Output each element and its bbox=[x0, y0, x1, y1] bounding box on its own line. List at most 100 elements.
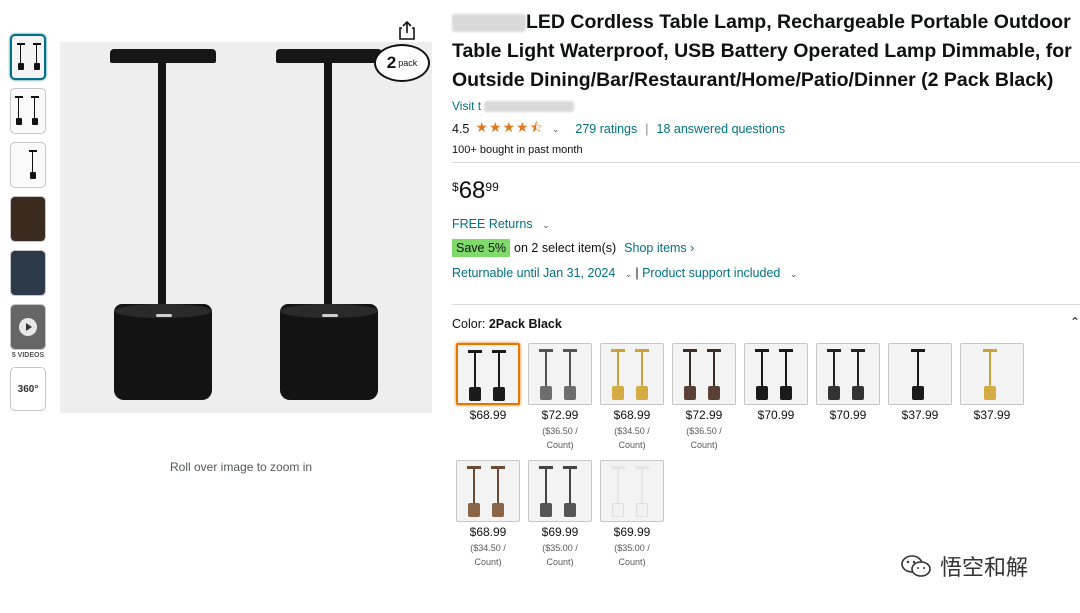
store-link[interactable]: Visit t bbox=[452, 99, 1080, 113]
swatch-lamp-base bbox=[780, 386, 792, 400]
free-returns-link[interactable]: FREE Returns ⌄ bbox=[452, 217, 1080, 231]
swatch-lamp-pole bbox=[545, 468, 547, 506]
product-support-link[interactable]: Product support included bbox=[642, 266, 780, 280]
mini-lamp-head bbox=[33, 43, 41, 45]
mini-lamp-base bbox=[34, 63, 40, 70]
mini-lamp-pole bbox=[32, 152, 33, 174]
thumbnail-single-lamp[interactable] bbox=[10, 142, 46, 188]
mini-lamp-head bbox=[15, 96, 23, 98]
color-swatch[interactable]: $68.99 ($34.50 / Count) bbox=[452, 460, 524, 569]
rating-stars-icon[interactable]: ★★★★⯪ bbox=[475, 117, 543, 141]
swatch-price: $37.99 bbox=[901, 408, 939, 422]
mini-lamp-head bbox=[29, 150, 37, 152]
rating-value: 4.5 bbox=[452, 122, 470, 136]
chevron-up-icon[interactable]: ⌃ bbox=[1070, 315, 1080, 329]
swatch-lamp-base bbox=[756, 386, 768, 400]
swatch-image[interactable] bbox=[456, 460, 520, 522]
price-symbol: $ bbox=[452, 180, 459, 194]
shop-items-link[interactable]: Shop items › bbox=[624, 241, 694, 255]
lamp-indicator-light bbox=[322, 314, 338, 317]
free-returns-text[interactable]: FREE Returns bbox=[452, 217, 533, 231]
pack-badge-word: pack bbox=[398, 58, 418, 68]
chevron-down-icon[interactable]: ⌄ bbox=[542, 220, 550, 230]
swatch-unit-price-line1: ($34.50 / bbox=[614, 426, 650, 436]
color-swatch[interactable]: $69.99 ($35.00 / Count) bbox=[524, 460, 596, 569]
chevron-down-icon[interactable]: ⌄ bbox=[625, 269, 633, 279]
color-swatch[interactable]: $68.99 bbox=[452, 343, 524, 452]
chevron-down-icon[interactable]: ⌄ bbox=[552, 124, 560, 135]
swatch-image[interactable] bbox=[888, 343, 952, 405]
swatch-image[interactable] bbox=[528, 460, 592, 522]
thumbnail-videos[interactable] bbox=[10, 304, 46, 350]
ratings-count-link[interactable]: 279 ratings bbox=[575, 122, 637, 136]
swatch-price: $70.99 bbox=[829, 408, 867, 422]
price-whole: 68 bbox=[458, 177, 486, 204]
lamp-base bbox=[114, 304, 212, 400]
swatch-image[interactable] bbox=[960, 343, 1024, 405]
chevron-down-icon[interactable]: ⌄ bbox=[790, 269, 798, 279]
swatch-unit-price: ($36.50 / Count) bbox=[524, 424, 596, 452]
thumbnail-360-view[interactable]: 360° bbox=[10, 367, 46, 411]
swatch-image[interactable] bbox=[744, 343, 808, 405]
main-product-image[interactable] bbox=[60, 42, 432, 413]
color-swatch[interactable]: $72.99 ($36.50 / Count) bbox=[668, 343, 740, 452]
swatch-lamp-base bbox=[708, 386, 720, 400]
play-icon bbox=[19, 318, 37, 336]
mini-lamp-base bbox=[30, 172, 36, 179]
returnable-link[interactable]: Returnable until Jan 31, 2024 bbox=[452, 266, 615, 280]
swatch-lamp-pole bbox=[617, 351, 619, 389]
color-swatch[interactable]: $69.99 ($35.00 / Count) bbox=[596, 460, 668, 569]
swatch-unit-price: ($35.00 / Count) bbox=[596, 541, 668, 569]
swatch-image[interactable] bbox=[456, 343, 520, 405]
swatch-lamp-base bbox=[912, 386, 924, 400]
thumbnail-outdoor-photo[interactable] bbox=[10, 250, 46, 296]
swatch-lamp-pole bbox=[474, 352, 476, 390]
share-icon[interactable] bbox=[398, 20, 416, 40]
pack-badge: 2 pack bbox=[374, 44, 430, 82]
swatch-unit-price-line1: ($36.50 / bbox=[686, 426, 722, 436]
thumbnail-dimensions[interactable] bbox=[10, 88, 46, 134]
store-link-text[interactable]: Visit t bbox=[452, 99, 481, 113]
swatch-image[interactable] bbox=[528, 343, 592, 405]
color-swatch[interactable]: $70.99 bbox=[740, 343, 812, 452]
swatch-image[interactable] bbox=[816, 343, 880, 405]
swatch-lamp-pole bbox=[545, 351, 547, 389]
color-swatch[interactable]: $72.99 ($36.50 / Count) bbox=[524, 343, 596, 452]
swatch-lamp-base bbox=[492, 503, 504, 517]
swatch-price: $72.99 bbox=[685, 408, 723, 422]
swatch-lamp-pole bbox=[857, 351, 859, 389]
color-swatch[interactable]: $37.99 bbox=[884, 343, 956, 452]
swatch-unit-price: ($34.50 / Count) bbox=[452, 541, 524, 569]
mini-lamp-base bbox=[16, 118, 22, 125]
swatch-unit-price-line2: Count) bbox=[546, 440, 574, 450]
product-details: LED Cordless Table Lamp, Rechargeable Po… bbox=[452, 8, 1080, 577]
color-swatch[interactable]: $70.99 bbox=[812, 343, 884, 452]
divider bbox=[452, 162, 1080, 163]
swatch-price: $68.99 bbox=[613, 408, 651, 422]
thumbnail-strip: 5 VIDEOS 360° bbox=[10, 34, 48, 419]
swatch-price: $69.99 bbox=[613, 525, 651, 539]
swatch-lamp-pole bbox=[833, 351, 835, 389]
swatch-lamp-pole bbox=[473, 468, 475, 506]
thumbnail-lifestyle-photo[interactable] bbox=[10, 196, 46, 242]
answered-questions-link[interactable]: 18 answered questions bbox=[657, 122, 786, 136]
color-swatch[interactable]: $37.99 bbox=[956, 343, 1028, 452]
swatch-image[interactable] bbox=[672, 343, 736, 405]
returnable-row: Returnable until Jan 31, 2024 ⌄ | Product… bbox=[452, 266, 1080, 280]
swatch-lamp-base bbox=[564, 386, 576, 400]
color-swatch[interactable]: $68.99 ($34.50 / Count) bbox=[596, 343, 668, 452]
swatch-price: $69.99 bbox=[541, 525, 579, 539]
swatch-lamp-pole bbox=[761, 351, 763, 389]
swatch-image[interactable] bbox=[600, 343, 664, 405]
coupon-row: Save 5% on 2 select item(s) Shop items › bbox=[452, 239, 1080, 257]
swatch-lamp-pole bbox=[641, 351, 643, 389]
swatch-unit-price: ($36.50 / Count) bbox=[668, 424, 740, 452]
swatch-unit-price-line1: ($36.50 / bbox=[542, 426, 578, 436]
thumbnail-main-image[interactable] bbox=[10, 34, 46, 80]
divider bbox=[452, 304, 1080, 305]
mini-lamp-base bbox=[18, 63, 24, 70]
swatch-lamp-pole bbox=[498, 352, 500, 390]
swatch-image[interactable] bbox=[600, 460, 664, 522]
swatch-unit-price-line2: Count) bbox=[618, 557, 646, 567]
swatch-unit-price-line1: ($35.00 / bbox=[542, 543, 578, 553]
